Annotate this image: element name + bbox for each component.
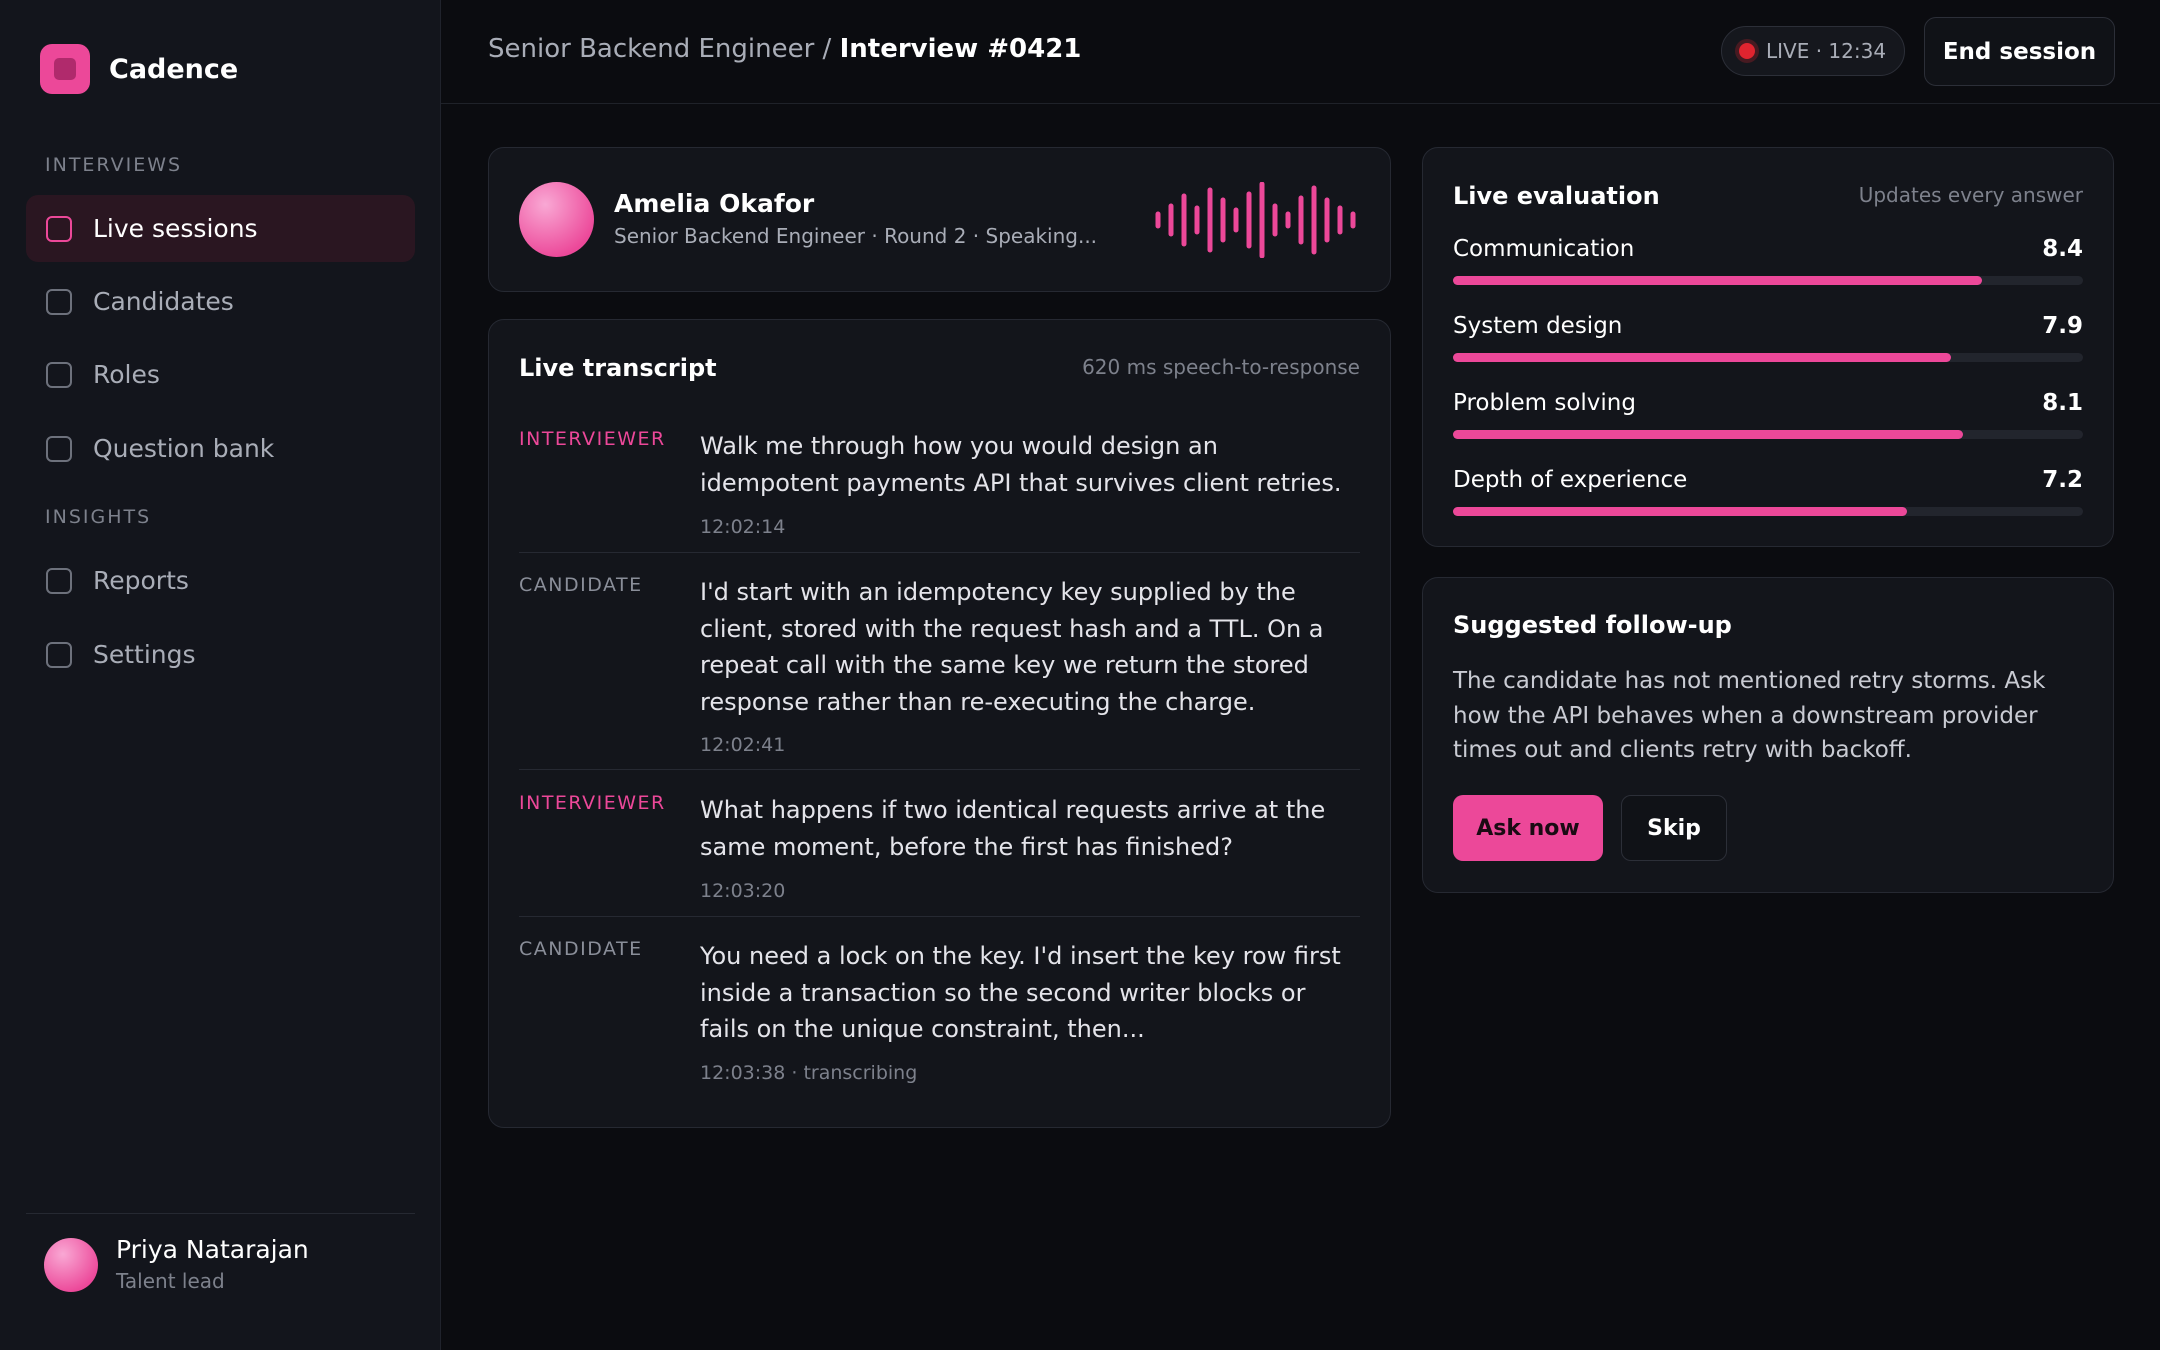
metric-value: 8.1 (2042, 390, 2083, 416)
sidebar-item-candidates[interactable]: Candidates (26, 268, 415, 335)
breadcrumb: Senior Backend Engineer / Interview #042… (488, 34, 1081, 64)
recording-dot-icon (1739, 43, 1755, 59)
latency-label: 620 ms speech-to-response (1082, 355, 1360, 379)
checkbox-square-icon (46, 641, 72, 668)
evaluation-card: Live evaluation Updates every answer Com… (1422, 147, 2114, 547)
transcript-time: 12:03:20 (700, 880, 786, 902)
evaluation-title: Live evaluation (1453, 182, 1660, 210)
metric-track (1453, 353, 2083, 362)
live-status-badge: LIVE · 12:34 (1721, 26, 1905, 76)
metric-label: System design (1453, 313, 1623, 339)
header: Senior Backend Engineer / Interview #042… (441, 0, 2160, 104)
metric-track (1453, 276, 2083, 285)
speaker-label: CANDIDATE (519, 574, 643, 596)
candidate-name: Amelia Okafor (614, 189, 815, 218)
followup-text: The candidate has not mentioned retry st… (1453, 668, 2046, 763)
breadcrumb-parent[interactable]: Senior Backend Engineer (488, 34, 814, 64)
metric-track (1453, 507, 2083, 516)
speaker-label: INTERVIEWER (519, 428, 666, 450)
audio-waveform-icon (1155, 182, 1356, 258)
sidebar-item-live-sessions[interactable]: Live sessions (26, 195, 415, 262)
sidebar-item-label: Live sessions (93, 214, 258, 243)
followup-card: Suggested follow-up The candidate has no… (1422, 577, 2114, 893)
transcript-card: Live transcript 620 ms speech-to-respons… (488, 319, 1391, 1128)
app-name: Cadence (109, 53, 239, 85)
transcript-title: Live transcript (519, 354, 717, 382)
sidebar-item-label: Question bank (93, 434, 275, 463)
metric-label: Problem solving (1453, 390, 1636, 416)
section-label-insights: Insights (45, 506, 152, 528)
checkbox-square-icon (46, 567, 72, 594)
sidebar-item-label: Reports (93, 566, 189, 595)
avatar (44, 1238, 98, 1292)
sidebar-item-roles[interactable]: Roles (26, 341, 415, 408)
sidebar-item-label: Candidates (93, 287, 234, 316)
sidebar-item-settings[interactable]: Settings (26, 621, 415, 688)
transcript-divider (519, 552, 1360, 553)
candidate-card: Amelia Okafor Senior Backend Engineer · … (488, 147, 1391, 292)
metric-fill (1453, 507, 1907, 516)
transcript-text: Walk me through how you would design an … (700, 432, 1342, 497)
checkbox-square-icon (46, 288, 72, 315)
metric-label: Depth of experience (1453, 467, 1688, 493)
checkbox-square-icon (46, 361, 72, 388)
end-session-button[interactable]: End session (1924, 17, 2115, 86)
transcript-text: I'd start with an idempotency key suppli… (700, 578, 1324, 716)
sidebar-item-label: Roles (93, 360, 160, 389)
sidebar: Cadence Interviews Live sessions Candida… (0, 0, 441, 1350)
transcript-time: 12:03:38 · transcribing (700, 1062, 918, 1084)
metric-fill (1453, 276, 1983, 285)
metric-value: 8.4 (2042, 236, 2083, 262)
followup-title: Suggested follow-up (1453, 611, 1732, 639)
section-label-interviews: Interviews (45, 154, 183, 176)
checkbox-square-icon (46, 215, 72, 242)
transcript-time: 12:02:14 (700, 516, 786, 538)
live-status-text: LIVE · 12:34 (1766, 39, 1887, 63)
transcript-text: You need a lock on the key. I'd insert t… (700, 942, 1341, 1043)
candidate-meta: Senior Backend Engineer · Round 2 · Spea… (614, 224, 1098, 248)
user-role: Talent lead (116, 1269, 225, 1293)
metric-value: 7.2 (2042, 467, 2083, 493)
brand[interactable]: Cadence (40, 44, 238, 94)
breadcrumb-current: Interview #0421 (839, 34, 1082, 64)
candidate-avatar (519, 182, 594, 257)
transcript-divider (519, 916, 1360, 917)
transcript-time: 12:02:41 (700, 734, 786, 756)
sidebar-item-reports[interactable]: Reports (26, 547, 415, 614)
transcript-text: What happens if two identical requests a… (700, 796, 1326, 861)
metric-value: 7.9 (2042, 313, 2083, 339)
metric-fill (1453, 430, 1964, 439)
user-name: Priya Natarajan (116, 1235, 309, 1264)
evaluation-note: Updates every answer (1858, 183, 2083, 207)
sidebar-item-question-bank[interactable]: Question bank (26, 415, 415, 482)
ask-now-button[interactable]: Ask now (1453, 795, 1603, 861)
transcript-divider (519, 769, 1360, 770)
metric-fill (1453, 353, 1951, 362)
breadcrumb-separator: / (814, 34, 840, 64)
user-profile[interactable]: Priya Natarajan Talent lead (44, 1234, 309, 1296)
cadence-logo-icon (40, 44, 90, 94)
skip-button[interactable]: Skip (1621, 795, 1727, 861)
speaker-label: INTERVIEWER (519, 792, 666, 814)
sidebar-divider (26, 1213, 415, 1214)
sidebar-item-label: Settings (93, 640, 196, 669)
metric-track (1453, 430, 2083, 439)
checkbox-square-icon (46, 435, 72, 462)
metric-label: Communication (1453, 236, 1635, 262)
speaker-label: CANDIDATE (519, 938, 643, 960)
